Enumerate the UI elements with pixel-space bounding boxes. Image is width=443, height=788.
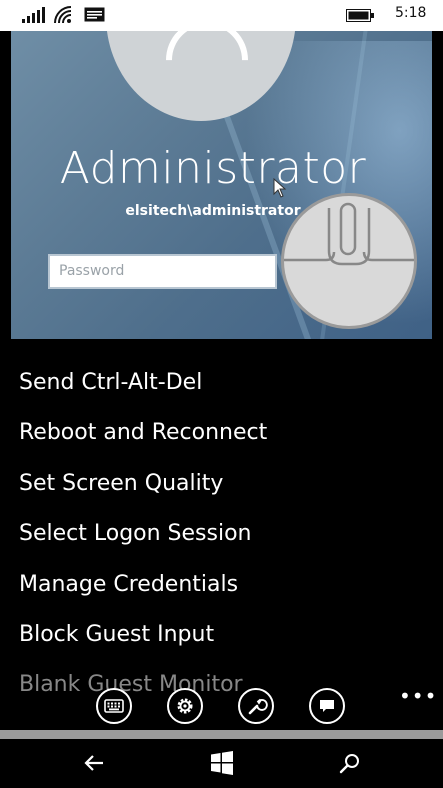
keyboard-button[interactable] bbox=[96, 688, 132, 724]
menu-item-manage-credentials[interactable]: Manage Credentials bbox=[19, 572, 238, 597]
search-icon bbox=[339, 754, 359, 774]
clock: 5:18 bbox=[395, 5, 427, 21]
navigation-bar bbox=[0, 739, 443, 788]
settings-button[interactable] bbox=[167, 688, 203, 724]
back-arrow-icon bbox=[84, 755, 103, 771]
menu-item-send-ctrl-alt-del[interactable]: Send Ctrl-Alt-Del bbox=[19, 370, 202, 395]
chat-button[interactable] bbox=[309, 688, 345, 724]
more-options-button[interactable]: ••• bbox=[399, 684, 437, 708]
chat-icon bbox=[320, 700, 334, 712]
start-button[interactable] bbox=[192, 739, 252, 788]
remote-desktop-view[interactable]: Administrator elsitech\administrator Pas… bbox=[11, 31, 432, 339]
menu-item-block-guest-input[interactable]: Block Guest Input bbox=[19, 622, 214, 647]
tools-button[interactable] bbox=[238, 688, 274, 724]
mouse-pointer-icon bbox=[273, 178, 287, 198]
app-bar: ••• bbox=[0, 672, 443, 730]
message-icon bbox=[84, 7, 105, 22]
mouse-icon[interactable] bbox=[281, 193, 417, 329]
back-button[interactable] bbox=[64, 739, 124, 788]
battery-icon bbox=[346, 9, 374, 22]
windows-start-icon bbox=[211, 751, 233, 775]
menu-item-screen-quality[interactable]: Set Screen Quality bbox=[19, 471, 223, 496]
search-button[interactable] bbox=[320, 739, 380, 788]
wifi-icon bbox=[54, 6, 72, 24]
app-bar-strip bbox=[0, 730, 443, 739]
keyboard-icon bbox=[104, 699, 124, 713]
menu-item-logon-session[interactable]: Select Logon Session bbox=[19, 521, 252, 546]
wrench-icon bbox=[248, 698, 268, 715]
password-placeholder: Password bbox=[59, 263, 125, 279]
status-bar: 5:18 bbox=[0, 0, 443, 31]
remote-password-field[interactable]: Password bbox=[48, 254, 277, 289]
remote-user-name: Administrator bbox=[59, 143, 367, 194]
signal-icon bbox=[22, 7, 46, 23]
settings-icon bbox=[177, 698, 193, 714]
menu-item-reboot-reconnect[interactable]: Reboot and Reconnect bbox=[19, 420, 267, 445]
